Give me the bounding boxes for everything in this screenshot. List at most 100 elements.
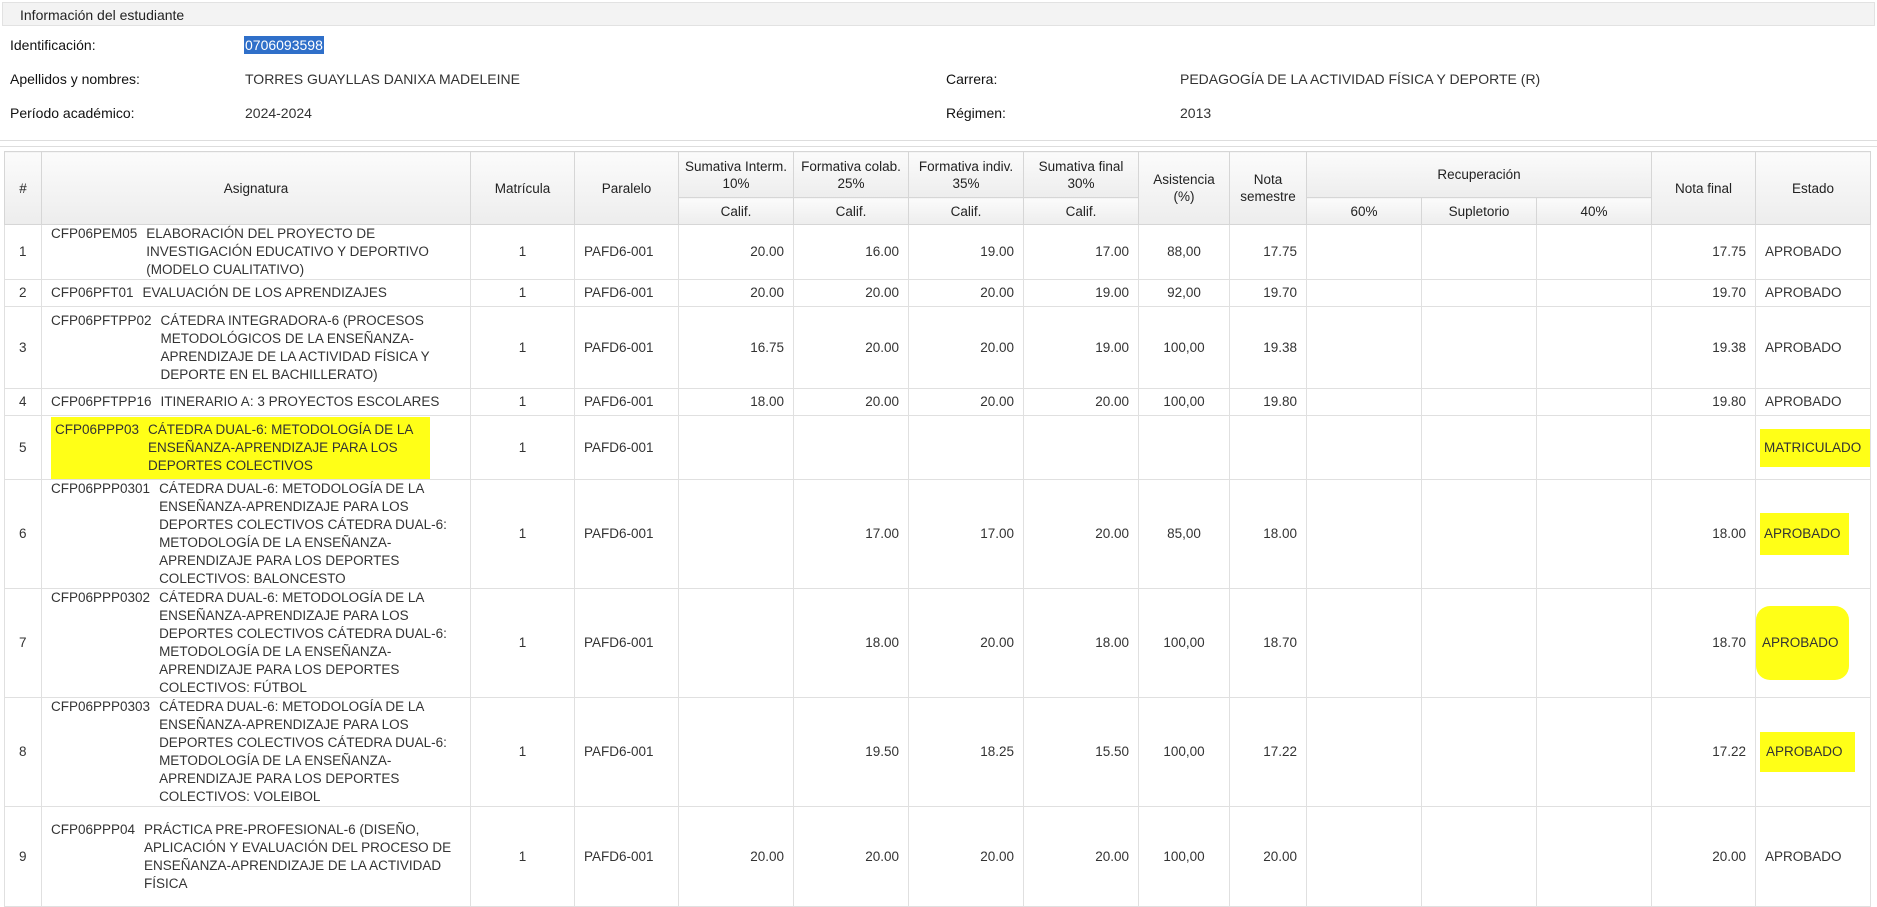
enrollment-cell: 1 xyxy=(470,224,575,280)
student-info-header: Información del estudiante xyxy=(2,2,1875,26)
col-header-sum-interm[interactable]: Sumativa Interm. 10% xyxy=(678,151,794,198)
status-text: APROBADO xyxy=(1760,732,1855,772)
table-row[interactable]: 2 CFP06PFT01 EVALUACIÓN DE LOS APRENDIZAJ… xyxy=(4,279,1872,307)
subject-name: CÁTEDRA DUAL-6: METODOLOGÍA DE LA ENSEÑA… xyxy=(159,481,447,586)
subheader-supletorio: Supletorio xyxy=(1421,197,1537,225)
sum-interm-cell: 20.00 xyxy=(678,279,794,307)
recovery-40-cell xyxy=(1535,697,1653,807)
parallel-cell: PAFD6-001 xyxy=(574,415,679,480)
final-grade-cell: 20.00 xyxy=(1651,806,1757,907)
row-num: 9 xyxy=(4,806,42,907)
id-value[interactable]: 0706093598 xyxy=(244,36,324,54)
status-cell: APROBADO xyxy=(1755,306,1872,389)
col-header-final-grade[interactable]: Nota final xyxy=(1651,151,1757,225)
col-header-recovery[interactable]: Recuperación xyxy=(1305,151,1653,198)
col-header-sum-final[interactable]: Sumativa final 30% xyxy=(1023,151,1139,198)
col-header-subject[interactable]: Asignatura xyxy=(41,151,471,225)
sum-final-cell: 20.00 xyxy=(1023,388,1139,416)
parallel-cell: PAFD6-001 xyxy=(574,588,679,698)
parallel-cell: PAFD6-001 xyxy=(574,806,679,907)
sum-interm-cell xyxy=(678,415,794,480)
table-row[interactable]: 6 CFP06PPP0301 CÁTEDRA DUAL-6: METODOLOGÍ… xyxy=(4,479,1872,589)
recovery-40-cell xyxy=(1535,806,1653,907)
sum-interm-cell: 20.00 xyxy=(678,806,794,907)
recovery-60-cell xyxy=(1306,224,1422,280)
supletorio-cell xyxy=(1421,697,1537,807)
table-row[interactable]: 9 CFP06PPP04 PRÁCTICA PRE-PROFESIONAL-6 (… xyxy=(4,806,1872,907)
attendance-cell: 88,00 xyxy=(1138,224,1230,280)
col-header-form-colab[interactable]: Formativa colab. 25% xyxy=(793,151,909,198)
col-header-status[interactable]: Estado xyxy=(1755,151,1872,225)
subheader-calif: Calif. xyxy=(678,197,794,225)
attendance-cell: 100,00 xyxy=(1138,806,1230,907)
table-row[interactable]: 8 CFP06PPP0303 CÁTEDRA DUAL-6: METODOLOGÍ… xyxy=(4,697,1872,807)
form-colab-cell: 16.00 xyxy=(793,224,909,280)
parallel-cell: PAFD6-001 xyxy=(574,224,679,280)
final-grade-cell: 18.00 xyxy=(1651,479,1757,589)
row-num: 5 xyxy=(4,415,42,480)
student-info-title: Información del estudiante xyxy=(20,7,185,23)
form-indiv-cell xyxy=(908,415,1024,480)
status-text: MATRICULADO xyxy=(1760,428,1871,467)
subject-cell: CFP06PPP0302 CÁTEDRA DUAL-6: METODOLOGÍA … xyxy=(41,588,471,698)
subject-name: CÁTEDRA INTEGRADORA-6 (PROCESOS METODOLÓ… xyxy=(160,312,430,382)
status-cell: APROBADO xyxy=(1755,588,1872,698)
semester-grade-cell: 17.22 xyxy=(1229,697,1307,807)
info-separator xyxy=(0,140,1877,141)
form-colab-cell: 20.00 xyxy=(793,388,909,416)
attendance-cell: 92,00 xyxy=(1138,279,1230,307)
table-row[interactable]: 7 CFP06PPP0302 CÁTEDRA DUAL-6: METODOLOGÍ… xyxy=(4,588,1872,698)
final-grade-cell: 17.22 xyxy=(1651,697,1757,807)
col-header-semester-grade[interactable]: Nota semestre xyxy=(1229,151,1307,225)
recovery-60-cell xyxy=(1306,279,1422,307)
col-header-parallel[interactable]: Paralelo xyxy=(574,151,679,225)
table-row[interactable]: 4 CFP06PFTPP16 ITINERARIO A: 3 PROYECTOS … xyxy=(4,388,1872,416)
form-indiv-cell: 20.00 xyxy=(908,588,1024,698)
attendance-cell: 100,00 xyxy=(1138,306,1230,389)
parallel-cell: PAFD6-001 xyxy=(574,479,679,589)
enrollment-cell: 1 xyxy=(470,479,575,589)
col-header-enrollment[interactable]: Matrícula xyxy=(470,151,575,225)
supletorio-cell xyxy=(1421,806,1537,907)
form-colab-cell xyxy=(793,415,909,480)
form-colab-cell: 20.00 xyxy=(793,806,909,907)
sum-final-cell: 17.00 xyxy=(1023,224,1139,280)
status-text: APROBADO xyxy=(1760,513,1849,555)
subject-code: CFP06PPP0301 xyxy=(51,481,151,496)
name-value: TORRES GUAYLLAS DANIXA MADELEINE xyxy=(245,71,520,87)
row-num: 4 xyxy=(4,388,42,416)
attendance-cell: 85,00 xyxy=(1138,479,1230,589)
status-cell: MATRICULADO xyxy=(1755,415,1872,480)
sum-interm-cell xyxy=(678,479,794,589)
recovery-60-cell xyxy=(1306,415,1422,480)
subject-code: CFP06PFTPP02 xyxy=(51,312,152,328)
recovery-40-cell xyxy=(1535,224,1653,280)
subheader-calif: Calif. xyxy=(908,197,1024,225)
subject-cell: CFP06PPP04 PRÁCTICA PRE-PROFESIONAL-6 (DI… xyxy=(41,806,471,907)
parallel-cell: PAFD6-001 xyxy=(574,697,679,807)
col-header-num[interactable]: # xyxy=(4,151,42,225)
recovery-40-cell xyxy=(1535,279,1653,307)
table-row[interactable]: 5 CFP06PPP03 CÁTEDRA DUAL-6: METODOLOGÍA … xyxy=(4,415,1872,480)
sum-interm-cell: 20.00 xyxy=(678,224,794,280)
period-value: 2024-2024 xyxy=(245,105,312,121)
recovery-60-cell xyxy=(1306,588,1422,698)
table-row[interactable]: 1 CFP06PEM05 ELABORACIÓN DEL PROYECTO DE … xyxy=(4,224,1872,280)
subject-code: CFP06PPP0302 xyxy=(51,590,151,605)
subheader-calif: Calif. xyxy=(1023,197,1139,225)
subheader-calif: Calif. xyxy=(793,197,909,225)
subheader-recovery-40: 40% xyxy=(1535,197,1653,225)
table-row[interactable]: 3 CFP06PFTPP02 CÁTEDRA INTEGRADORA-6 (PRO… xyxy=(4,306,1872,389)
enrollment-cell: 1 xyxy=(470,279,575,307)
semester-grade-cell: 18.70 xyxy=(1229,588,1307,698)
status-cell: APROBADO xyxy=(1755,806,1872,907)
subject-name: CÁTEDRA DUAL-6: METODOLOGÍA DE LA ENSEÑA… xyxy=(148,421,413,473)
sum-final-cell: 19.00 xyxy=(1023,306,1139,389)
subject-name: PRÁCTICA PRE-PROFESIONAL-6 (DISEÑO, APLI… xyxy=(144,821,452,891)
col-header-form-indiv[interactable]: Formativa indiv. 35% xyxy=(908,151,1024,198)
supletorio-cell xyxy=(1421,479,1537,589)
subject-code: CFP06PPP03 xyxy=(55,421,140,437)
form-colab-cell: 19.50 xyxy=(793,697,909,807)
col-header-attendance[interactable]: Asistencia (%) xyxy=(1138,151,1230,225)
sum-final-cell xyxy=(1023,415,1139,480)
